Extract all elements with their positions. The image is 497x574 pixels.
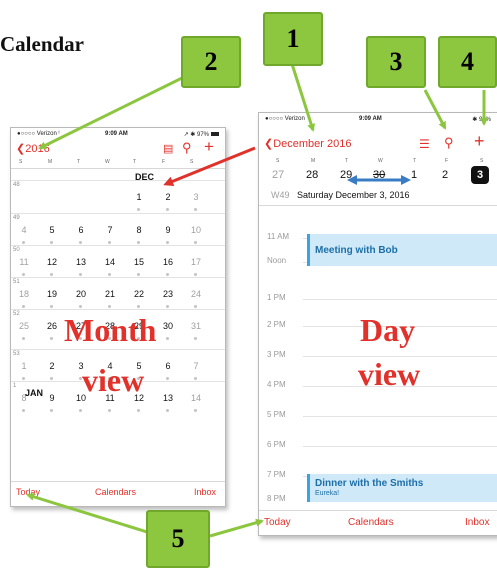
- badge-2: 2: [181, 36, 241, 88]
- arrow-3: [423, 89, 447, 130]
- badge-3: 3: [366, 36, 426, 88]
- badge-5: 5: [146, 510, 210, 568]
- arrow-5-right: [209, 518, 264, 538]
- arrow-red: [163, 146, 256, 187]
- arrow-2: [38, 76, 183, 150]
- badge-1: 1: [263, 12, 323, 66]
- arrow-5-left: [26, 492, 161, 538]
- badge-4: 4: [438, 36, 497, 88]
- arrow-1: [290, 63, 315, 132]
